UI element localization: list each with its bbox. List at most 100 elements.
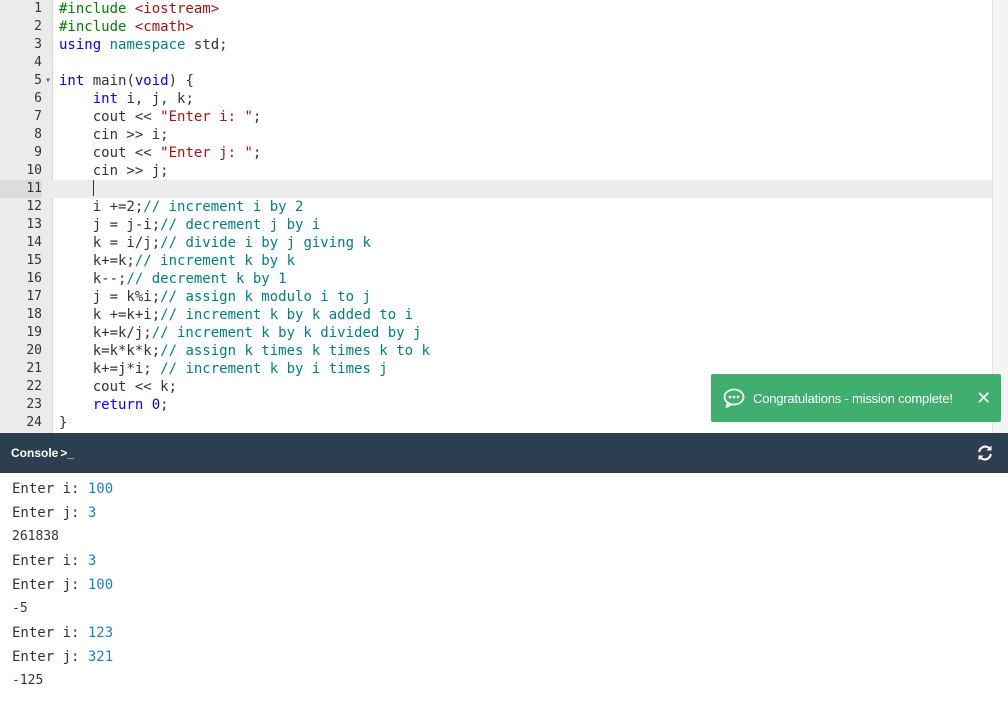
code-line[interactable]: 14 k = i/j;// divide i by j giving k — [0, 234, 993, 252]
chat-bubble-icon — [723, 388, 745, 408]
fold-toggle-icon[interactable]: ▾ — [45, 72, 53, 90]
console-user-input: 321 — [87, 649, 114, 665]
code-text: cout << "Enter j: "; — [59, 144, 262, 162]
code-token: k+=k/j; — [59, 325, 152, 341]
code-text: int i, j, k; — [59, 90, 194, 108]
console-line: Enter j: 3 — [0, 501, 1008, 525]
line-number: 18 — [26, 307, 42, 322]
code-token: k=k*k*k; — [59, 343, 161, 359]
code-line[interactable]: 6 int i, j, k; — [0, 90, 993, 108]
code-line[interactable]: 18 k +=k+i;// increment k by k added to … — [0, 306, 993, 324]
code-text: int main(void) { — [59, 72, 194, 90]
console-line: Enter j: 100 — [0, 573, 1008, 597]
code-token: <cmath> — [134, 19, 194, 35]
console-line: Enter i: 100 — [0, 477, 1008, 501]
code-token: k+=j*i; — [59, 361, 161, 377]
line-number: 5 — [34, 73, 42, 88]
code-line[interactable]: 11 — [0, 180, 993, 198]
code-line[interactable]: 19 k+=k/j;// increment k by k divided by… — [0, 324, 993, 342]
console-user-input: 3 — [87, 553, 97, 569]
code-line[interactable]: 10 cin >> j; — [0, 162, 993, 180]
code-line[interactable]: 12 i +=2;// increment i by 2 — [0, 198, 993, 216]
line-number: 20 — [26, 343, 42, 358]
code-line[interactable]: 8 cin >> i; — [0, 126, 993, 144]
code-token: return — [92, 397, 144, 413]
console-user-input: 100 — [87, 577, 114, 593]
console-prompt: Enter j: — [12, 505, 88, 521]
code-line[interactable]: 7 cout << "Enter i: "; — [0, 108, 993, 126]
line-number: 2 — [34, 19, 42, 34]
code-line[interactable]: 3 using namespace std; — [0, 36, 993, 54]
code-text: j = k%i;// assign k modulo i to j — [59, 288, 371, 306]
console-user-input: 100 — [87, 481, 114, 497]
code-token: cin >> j; — [59, 163, 169, 179]
console-line: Enter i: 3 — [0, 549, 1008, 573]
code-text: i +=2;// increment i by 2 — [59, 198, 304, 216]
code-line[interactable]: 15 k+=k;// increment k by k — [0, 252, 993, 270]
console-prompt: Enter i: — [12, 481, 88, 497]
code-line[interactable]: 1 #include <iostream> — [0, 0, 993, 18]
toast-message: Congratulations - mission complete! — [753, 390, 953, 406]
code-token: k +=k+i; — [59, 307, 161, 323]
code-token: <iostream> — [134, 1, 220, 17]
code-token: ; — [252, 145, 262, 161]
refresh-icon[interactable] — [976, 444, 994, 462]
code-line[interactable]: 16 k--;// decrement k by 1 — [0, 270, 993, 288]
code-text: return 0; — [59, 396, 169, 414]
code-line[interactable]: 4 — [0, 54, 993, 72]
code-token: using — [59, 37, 102, 53]
line-number: 16 — [26, 271, 42, 286]
code-line[interactable]: 2 #include <cmath> — [0, 18, 993, 36]
console-output[interactable]: Enter i: 100 Enter j: 3 261838 Enter i: 3 En… — [0, 473, 1008, 717]
code-line[interactable]: 5 ▾ int main(void) { — [0, 72, 993, 90]
code-token: namespace — [101, 37, 194, 53]
code-line[interactable]: 9 cout << "Enter j: "; — [0, 144, 993, 162]
toast-close-button[interactable]: ✕ — [976, 389, 991, 407]
line-number: 13 — [26, 217, 42, 232]
line-number: 21 — [26, 361, 42, 376]
code-line[interactable]: 17 j = k%i;// assign k modulo i to j — [0, 288, 993, 306]
code-token: // decrement j by i — [160, 217, 321, 233]
code-text: using namespace std; — [59, 36, 228, 54]
line-number: 10 — [26, 163, 42, 178]
code-token: cout << — [59, 109, 161, 125]
code-text: k=k*k*k;// assign k times k times k to k — [59, 342, 430, 360]
console-line: -5 — [12, 601, 28, 616]
code-text: k+=k/j;// increment k by k divided by j — [59, 324, 422, 342]
code-text: } — [59, 414, 67, 432]
console-line: Enter j: 321 — [0, 645, 1008, 669]
code-token: cout << — [59, 145, 161, 161]
editor-vertical-scrollbar[interactable] — [992, 0, 1008, 433]
code-token: // assign k modulo i to j — [160, 289, 371, 305]
code-token: // increment k by k added to i — [160, 307, 414, 323]
line-number: 9 — [34, 145, 42, 160]
console-prompt: Enter j: — [12, 649, 88, 665]
code-token: } — [59, 415, 68, 431]
code-text: k = i/j;// divide i by j giving k — [59, 234, 371, 252]
code-token: // increment k by i times j — [160, 361, 388, 377]
code-token: j = k%i; — [59, 289, 161, 305]
line-number: 22 — [26, 379, 42, 394]
code-token: i +=2; — [59, 199, 144, 215]
line-number: 3 — [34, 37, 42, 52]
code-editor[interactable]: 1 #include <iostream> 2 #include <cmath> 3 us… — [0, 0, 1008, 433]
line-number: 15 — [26, 253, 42, 268]
code-text: cin >> j; — [59, 162, 169, 180]
line-number: 11 — [0, 180, 42, 198]
code-token: std; — [193, 37, 228, 53]
code-lines[interactable]: 1 #include <iostream> 2 #include <cmath> 3 us… — [0, 0, 993, 432]
code-token: cin >> i; — [59, 127, 169, 143]
console-title: Console >_ — [11, 433, 74, 473]
code-token: k--; — [59, 271, 127, 287]
code-text: j = j-i;// decrement j by i — [59, 216, 321, 234]
code-text: cout << "Enter i: "; — [59, 108, 262, 126]
console-prompt: Enter i: — [12, 625, 88, 641]
console-title-label: Console — [11, 446, 59, 460]
code-token: // assign k times k times k to k — [160, 343, 430, 359]
line-number: 8 — [34, 127, 42, 142]
code-line[interactable]: 13 j = j-i;// decrement j by i — [0, 216, 993, 234]
code-line[interactable]: 20 k=k*k*k;// assign k times k times k t… — [0, 342, 993, 360]
code-token: int — [59, 73, 85, 89]
